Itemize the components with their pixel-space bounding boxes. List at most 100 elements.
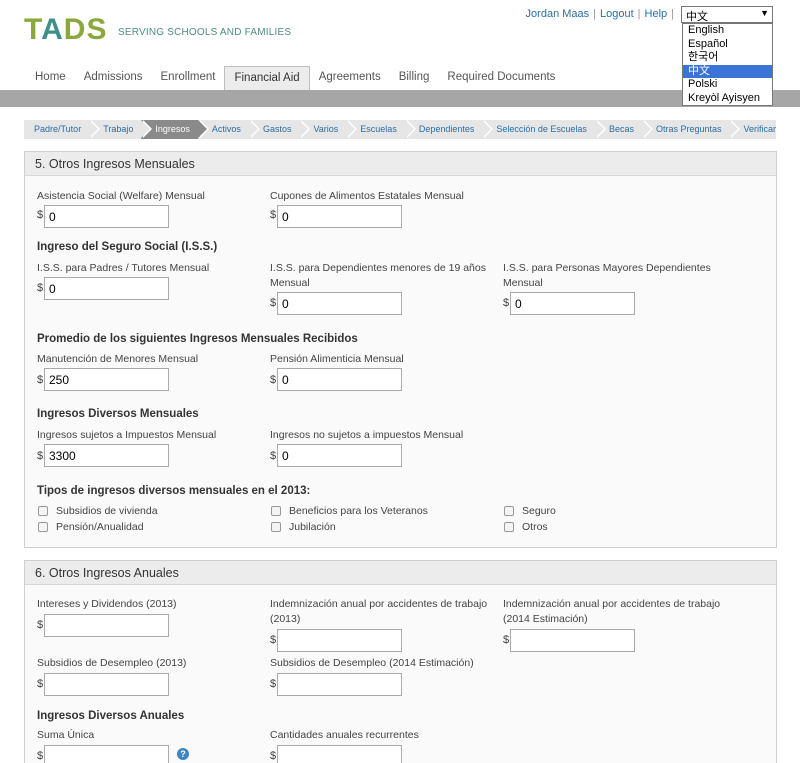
currency-symbol: $ [37, 450, 44, 462]
tab-billing[interactable]: Billing [390, 66, 439, 90]
tab-required-documents[interactable]: Required Documents [438, 66, 564, 90]
retirement-label: Jubilación [289, 521, 336, 533]
section-6-title: 6. Otros Ingresos Anuales [25, 561, 776, 585]
other-label: Otros [522, 521, 548, 533]
tab-admissions[interactable]: Admissions [75, 66, 152, 90]
currency-symbol: $ [270, 750, 277, 762]
food-stamps-label: Cupones de Alimentos Estatales Mensual [270, 190, 464, 202]
step-seleccion-escuelas[interactable]: Selección de Escuelas [482, 120, 606, 139]
nav-divider-bar [0, 90, 800, 107]
average-income-heading: Promedio de los siguientes Ingresos Mens… [37, 333, 358, 345]
step-otras-preguntas[interactable]: Otras Preguntas [642, 120, 740, 139]
language-option-kreyol[interactable]: Kreyòl Ayisyen [683, 92, 772, 106]
help-icon[interactable]: ? [177, 748, 189, 760]
lump-sum-label: Suma Única [37, 729, 95, 741]
currency-symbol: $ [37, 374, 44, 386]
nontaxable-income-label: Ingresos no sujetos a impuestos Mensual [270, 429, 464, 441]
taxable-income-input[interactable] [44, 444, 169, 467]
welfare-input[interactable] [44, 205, 169, 228]
interest-dividends-input[interactable] [44, 614, 169, 637]
accident-2013-input[interactable] [277, 629, 402, 652]
language-options-list: English Español 한국어 中文 Polski Kreyòl Ayi… [682, 23, 773, 106]
alimony-label: Pensión Alimenticia Mensual [270, 353, 404, 365]
currency-symbol: $ [37, 209, 44, 221]
checkbox-insurance[interactable] [504, 506, 514, 516]
accident-2014-input[interactable] [510, 629, 635, 652]
currency-symbol: $ [270, 209, 277, 221]
step-dependientes[interactable]: Dependientes [405, 120, 493, 139]
tab-agreements[interactable]: Agreements [310, 66, 390, 90]
tab-home[interactable]: Home [26, 66, 75, 90]
social-security-heading: Ingreso del Seguro Social (I.S.S.) [37, 241, 218, 253]
tagline: SERVING SCHOOLS AND FAMILIES [118, 27, 292, 38]
income-types-heading: Tipos de ingresos diversos mensuales en … [37, 485, 311, 497]
currency-symbol: $ [270, 634, 277, 646]
section-5-panel: 5. Otros Ingresos Mensuales Asistencia S… [24, 151, 777, 548]
checkbox-other[interactable] [504, 522, 514, 532]
unemployment-2014-label: Subsidios de Desempleo (2014 Estimación) [270, 657, 474, 669]
section-6-panel: 6. Otros Ingresos Anuales Intereses y Di… [24, 560, 777, 763]
dropdown-arrow-icon: ▼ [760, 8, 769, 18]
checkbox-retirement[interactable] [271, 522, 281, 532]
interest-dividends-label: Intereses y Dividendos (2013) [37, 598, 177, 610]
accident-2014-label: Indemnización anual por accidentes de tr… [503, 598, 721, 625]
ss-elders-input[interactable] [510, 292, 635, 315]
housing-subsidy-label: Subsidios de vivienda [56, 505, 158, 517]
currency-symbol: $ [270, 450, 277, 462]
currency-symbol: $ [270, 374, 277, 386]
currency-symbol: $ [503, 634, 510, 646]
nontaxable-income-input[interactable] [277, 444, 402, 467]
section-5-title: 5. Otros Ingresos Mensuales [25, 152, 776, 176]
misc-monthly-heading: Ingresos Diversos Mensuales [37, 408, 199, 420]
currency-symbol: $ [37, 282, 44, 294]
lump-sum-input[interactable] [44, 745, 169, 763]
welfare-label: Asistencia Social (Welfare) Mensual [37, 190, 205, 202]
food-stamps-input[interactable] [277, 205, 402, 228]
currency-symbol: $ [270, 297, 277, 309]
currency-symbol: $ [270, 678, 277, 690]
child-support-label: Manutención de Menores Mensual [37, 353, 199, 365]
currency-symbol: $ [37, 750, 44, 762]
pension-annuity-label: Pensión/Anualidad [56, 521, 144, 533]
currency-symbol: $ [37, 619, 44, 631]
language-option-polski[interactable]: Polski [683, 78, 772, 92]
help-link[interactable]: Help [645, 8, 668, 20]
language-option-english[interactable]: English [683, 24, 772, 38]
ss-elders-label: I.S.S. para Personas Mayores Dependiente… [503, 262, 711, 289]
language-option-chinese[interactable]: 中文 [683, 64, 772, 78]
unemployment-2014-input[interactable] [277, 673, 402, 696]
ss-parents-input[interactable] [44, 277, 169, 300]
main-nav: Home Admissions Enrollment Financial Aid… [26, 66, 564, 90]
language-option-korean[interactable]: 한국어 [683, 51, 772, 65]
language-option-espanol[interactable]: Español [683, 38, 772, 52]
language-selected-value: 中文 [686, 11, 708, 23]
step-breadcrumb: Padre/Tutor Trabajo Ingresos Activos Gas… [24, 120, 776, 139]
top-links: Jordan Maas | Logout | Help | [525, 8, 674, 20]
alimony-input[interactable] [277, 368, 402, 391]
insurance-label: Seguro [522, 505, 556, 517]
ss-parents-label: I.S.S. para Padres / Tutores Mensual [37, 262, 210, 274]
user-link[interactable]: Jordan Maas [526, 8, 590, 20]
currency-symbol: $ [37, 678, 44, 690]
veterans-benefits-label: Beneficios para los Veteranos [289, 505, 428, 517]
tads-logo[interactable]: TADS [24, 13, 107, 47]
language-select[interactable]: 中文 ▼ [681, 6, 773, 23]
checkbox-veterans-benefits[interactable] [271, 506, 281, 516]
currency-symbol: $ [503, 297, 510, 309]
ss-dependents-label: I.S.S. para Dependientes menores de 19 a… [270, 262, 486, 289]
misc-annual-heading: Ingresos Diversos Anuales [37, 710, 185, 722]
ss-dependents-input[interactable] [277, 292, 402, 315]
checkbox-housing-subsidy[interactable] [38, 506, 48, 516]
taxable-income-label: Ingresos sujetos a Impuestos Mensual [37, 429, 217, 441]
unemployment-2013-label: Subsidios de Desempleo (2013) [37, 657, 187, 669]
tab-financial-aid[interactable]: Financial Aid [224, 66, 310, 90]
unemployment-2013-input[interactable] [44, 673, 169, 696]
logout-link[interactable]: Logout [600, 8, 634, 20]
checkbox-pension-annuity[interactable] [38, 522, 48, 532]
recurring-amounts-label: Cantidades anuales recurrentes [270, 729, 419, 741]
step-padre-tutor[interactable]: Padre/Tutor [24, 120, 101, 139]
accident-2013-label: Indemnización anual por accidentes de tr… [270, 598, 488, 625]
tab-enrollment[interactable]: Enrollment [152, 66, 225, 90]
child-support-input[interactable] [44, 368, 169, 391]
recurring-amounts-input[interactable] [277, 745, 402, 763]
